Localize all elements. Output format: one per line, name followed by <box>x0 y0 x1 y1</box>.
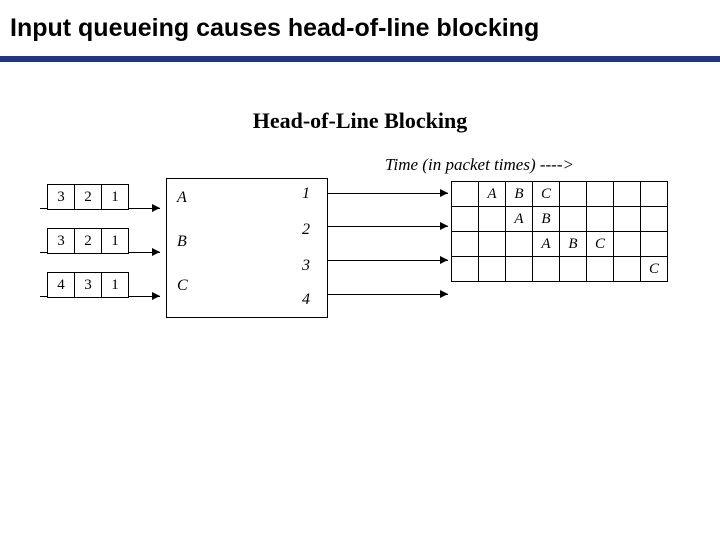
arrow-icon <box>440 290 448 298</box>
queue-cell: 4 <box>47 272 75 298</box>
grid-cell <box>505 231 533 257</box>
title-rule <box>0 56 720 62</box>
grid-cell: B <box>505 181 533 207</box>
output-label-4: 4 <box>302 291 310 309</box>
slide: Input queueing causes head-of-line block… <box>0 0 720 540</box>
queue-cell: 3 <box>47 184 75 210</box>
grid-cell <box>451 206 479 232</box>
queue-cell: 1 <box>101 184 129 210</box>
grid-cell <box>613 181 641 207</box>
grid-cell <box>478 206 506 232</box>
grid-cell <box>613 256 641 282</box>
grid-cell <box>640 206 668 232</box>
grid-cell: C <box>532 181 560 207</box>
grid-cell <box>640 181 668 207</box>
arrow-icon <box>152 248 160 256</box>
grid-cell: B <box>532 206 560 232</box>
grid-row: A B C <box>452 182 668 207</box>
queue-cell: 3 <box>74 272 102 298</box>
grid-cell: B <box>559 231 587 257</box>
output-line <box>328 294 448 295</box>
time-axis-label: Time (in packet times) ----> <box>385 155 574 175</box>
grid-cell: A <box>505 206 533 232</box>
grid-row: C <box>452 257 668 282</box>
grid-cell <box>559 256 587 282</box>
grid-cell <box>586 256 614 282</box>
grid-cell <box>451 231 479 257</box>
grid-cell <box>586 206 614 232</box>
arrow-icon <box>440 222 448 230</box>
output-label-2: 2 <box>302 221 310 239</box>
grid-cell: A <box>478 181 506 207</box>
grid-cell <box>505 256 533 282</box>
input-label-b: B <box>177 233 187 251</box>
arrow-icon <box>440 189 448 197</box>
queue-cell: 2 <box>74 184 102 210</box>
grid-cell <box>451 181 479 207</box>
grid-row: A B <box>452 207 668 232</box>
output-line <box>328 193 448 194</box>
grid-cell <box>559 206 587 232</box>
input-label-c: C <box>177 277 188 295</box>
input-queue-c: 4 3 1 <box>48 272 129 298</box>
slide-title: Input queueing causes head-of-line block… <box>10 14 539 43</box>
output-line <box>328 260 448 261</box>
arrow-icon <box>152 204 160 212</box>
diagram-title: Head-of-Line Blocking <box>0 108 720 134</box>
output-label-3: 3 <box>302 257 310 275</box>
arrow-icon <box>440 256 448 264</box>
input-queue-a: 3 2 1 <box>48 184 129 210</box>
input-label-a: A <box>177 189 187 207</box>
grid-cell <box>640 231 668 257</box>
grid-cell <box>478 231 506 257</box>
output-label-1: 1 <box>302 185 310 203</box>
queue-cell: 1 <box>101 272 129 298</box>
timing-grid: A B C A B A B C <box>452 182 668 282</box>
input-queue-b: 3 2 1 <box>48 228 129 254</box>
grid-cell <box>613 206 641 232</box>
queue-cell: 1 <box>101 228 129 254</box>
queue-cell: 3 <box>47 228 75 254</box>
grid-cell <box>586 181 614 207</box>
output-line <box>328 226 448 227</box>
grid-cell <box>613 231 641 257</box>
grid-row: A B C <box>452 232 668 257</box>
grid-cell: A <box>532 231 560 257</box>
queue-cell: 2 <box>74 228 102 254</box>
grid-cell: C <box>586 231 614 257</box>
grid-cell <box>478 256 506 282</box>
grid-cell <box>559 181 587 207</box>
grid-cell <box>532 256 560 282</box>
arrow-icon <box>152 292 160 300</box>
grid-cell: C <box>640 256 668 282</box>
switch-fabric: A B C 1 2 3 4 <box>166 178 328 318</box>
grid-cell <box>451 256 479 282</box>
